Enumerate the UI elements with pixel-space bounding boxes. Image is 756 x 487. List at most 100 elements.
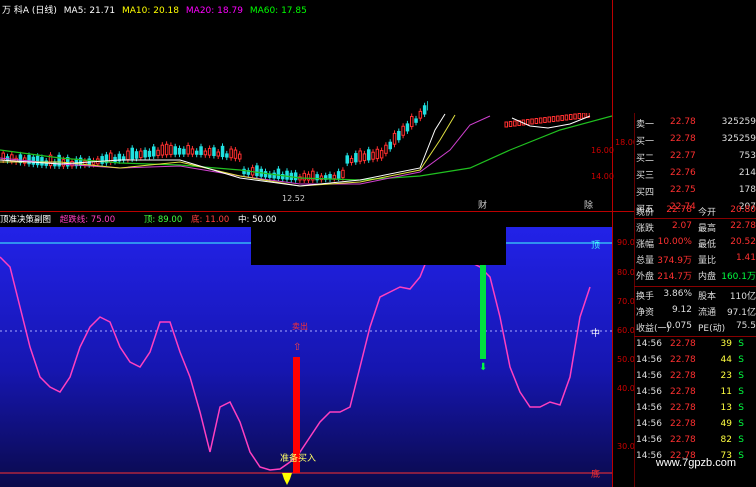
candle (564, 114, 569, 121)
bottom-label: 底: 11.00 (190, 215, 230, 225)
tick-price: 22.78 (670, 387, 696, 397)
tick-side: S (738, 339, 744, 349)
low-price-label: 12.52 (282, 194, 305, 203)
candle (551, 116, 556, 122)
candle (238, 153, 242, 160)
candle (212, 147, 216, 157)
stat-value: 0.075 (666, 321, 692, 331)
tick-side: S (738, 355, 744, 365)
tick-volume: 11 (720, 387, 732, 397)
candle (203, 150, 208, 156)
panel-divider (0, 211, 634, 212)
tick-side: S (738, 371, 744, 381)
cai-marker: 财 (478, 201, 488, 211)
stat-value: 2.07 (671, 221, 692, 231)
candle (530, 118, 534, 125)
candle (581, 112, 586, 119)
order-book-row: 买三 22.76 214 (636, 168, 756, 184)
candle (405, 123, 410, 132)
stat-label: 量比 (698, 256, 717, 266)
candle (134, 151, 139, 159)
stat-label: 现价 (636, 208, 655, 218)
indicator-axis: 90.00 80.00 70.00 60.00 50.00 40.00 30.0… (612, 212, 640, 487)
stat-value: 22.78 (666, 205, 692, 215)
tick-price: 22.78 (670, 419, 696, 429)
candle (414, 118, 418, 123)
stat-value: 3.86% (663, 289, 692, 299)
tick-row: 14:56 22.78 39 S (636, 339, 756, 352)
tick-time: 14:56 (636, 371, 662, 381)
candle (160, 144, 165, 156)
price-tick: 14.00 (591, 172, 614, 181)
indicator-panel[interactable]: ⇧ ⬇ 卖出 准备买入 (0, 227, 612, 487)
stat-value: 160.1万 (721, 272, 756, 282)
top-level-label: 顶 (591, 241, 601, 251)
tick-price: 22.78 (670, 371, 696, 381)
tick-time: 14:56 (636, 387, 662, 397)
order-volume: 178 (738, 185, 756, 195)
candle (272, 172, 276, 179)
candle (220, 145, 225, 158)
candle (392, 132, 397, 145)
tick-row: 14:56 22.78 44 S (636, 355, 756, 368)
candle (126, 150, 130, 161)
ma5-label: MA5: 21.71 (63, 6, 116, 16)
indicator-name: 顶准决策副图 (0, 215, 52, 225)
bottom-marker (282, 473, 292, 485)
stat-label: 内盘 (698, 272, 717, 282)
candle (388, 141, 392, 150)
candle (285, 170, 289, 180)
candle (375, 148, 380, 160)
mid-level-label: 中 (591, 329, 601, 339)
tick-price: 22.78 (670, 451, 696, 461)
tick-row: 14:56 22.78 82 S (636, 435, 756, 448)
buy-bar-green (480, 262, 486, 359)
candle (302, 172, 306, 181)
tick-price: 22.78 (670, 339, 696, 349)
overlay-box-top (428, 0, 612, 113)
tick-time: 14:56 (636, 403, 662, 413)
candle (332, 174, 337, 180)
order-price: 22.76 (670, 168, 696, 178)
order-book-row: 买二 22.77 753 (636, 151, 756, 167)
candle (177, 147, 182, 155)
stat-label: 最高 (698, 224, 717, 234)
stat-label: 外盘 (636, 272, 655, 282)
candle (164, 143, 169, 156)
order-label: 买三 (636, 171, 655, 181)
order-book-row: 买四 22.75 178 (636, 185, 756, 201)
tick-time: 14:56 (636, 435, 662, 445)
stats-row: 换手 3.86% 股本 110亿 (636, 289, 756, 305)
candle (345, 155, 349, 164)
candle (341, 169, 345, 179)
candle (401, 125, 405, 136)
separator (634, 286, 756, 287)
overlay-box-mid (251, 227, 506, 265)
stats-row: 总量 374.9万 量比 1.41 (636, 253, 756, 269)
candle (513, 120, 517, 127)
candle (173, 146, 177, 155)
order-volume: 325259 (721, 134, 756, 144)
stat-value: 9.12 (671, 305, 692, 315)
tick-volume: 49 (720, 419, 732, 429)
tick-volume: 13 (720, 403, 732, 413)
candle (276, 168, 281, 179)
candle (1, 152, 5, 161)
candle (508, 121, 513, 127)
stat-value: 20.80 (730, 205, 756, 215)
candle (147, 150, 152, 157)
stat-value: 10.00% (657, 237, 692, 247)
candle (349, 158, 354, 163)
tick-side: S (738, 387, 744, 397)
oversold-label: 超跌线: 75.00 (59, 215, 116, 225)
stats-row: 收益(一) 0.075 PE(动) 75.5 (636, 321, 756, 337)
stat-label: 换手 (636, 292, 655, 302)
candle (504, 121, 508, 128)
candle (560, 115, 564, 121)
order-price: 22.78 (670, 117, 696, 127)
stats-row: 现价 22.78 今开 20.80 (636, 205, 756, 221)
ma10-label: MA10: 20.18 (121, 6, 180, 16)
candle (207, 147, 212, 156)
candle (100, 156, 104, 164)
price-tick: 16.00 (591, 146, 614, 155)
